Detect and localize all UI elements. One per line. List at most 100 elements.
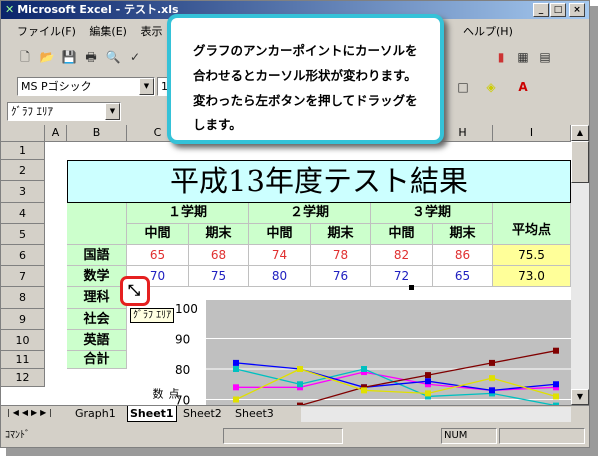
font-name-combo[interactable]: MS Pゴシック ▼ <box>17 77 155 96</box>
row-header-11[interactable]: 11 <box>1 351 45 369</box>
score-cell[interactable]: 82 <box>371 245 433 266</box>
window-title: Microsoft Excel - テスト.xls <box>17 3 179 16</box>
resize-cursor-highlight[interactable]: ⤡ <box>120 276 150 306</box>
score-cell[interactable]: 76 <box>311 266 371 287</box>
zoom-icon[interactable]: ▤ <box>535 47 555 67</box>
chart-selection-handle[interactable] <box>409 285 414 290</box>
chevron-down-icon[interactable]: ▼ <box>139 78 154 95</box>
score-cell[interactable]: 75 <box>189 266 249 287</box>
data-point <box>361 387 367 394</box>
sub-header[interactable]: 中間 <box>371 224 433 245</box>
sub-header[interactable]: 中間 <box>249 224 311 245</box>
open-icon[interactable]: 📂 <box>37 47 57 67</box>
select-all-corner[interactable] <box>1 125 45 142</box>
sub-header[interactable]: 期末 <box>311 224 371 245</box>
border-icon[interactable]: □ <box>453 77 473 97</box>
sub-header[interactable]: 期末 <box>189 224 249 245</box>
name-box[interactable]: ｸﾞﾗﾌ ｴﾘｱ ▼ <box>7 102 121 121</box>
subject-label[interactable]: 数学 <box>67 266 127 287</box>
horizontal-scrollbar[interactable] <box>301 407 571 422</box>
preview-icon[interactable]: 🔍 <box>103 47 123 67</box>
score-cell[interactable]: 86 <box>433 245 493 266</box>
score-cell[interactable]: 68 <box>189 245 249 266</box>
data-point <box>489 375 495 382</box>
chart-area[interactable]: 10090807060 点数 <box>131 300 571 405</box>
row-header-1[interactable]: 1 <box>1 142 45 160</box>
row-header-8[interactable]: 8 <box>1 287 45 309</box>
sub-header[interactable]: 中間 <box>127 224 189 245</box>
menu-edit[interactable]: 編集(E) <box>89 25 127 38</box>
average-cell[interactable]: 73.0 <box>493 266 571 287</box>
corner-cell[interactable] <box>67 203 127 245</box>
subject-label[interactable]: 理科 <box>67 287 127 309</box>
scroll-down-icon[interactable]: ▼ <box>571 389 589 405</box>
data-point <box>553 393 559 400</box>
data-point <box>233 384 239 391</box>
column-header-b[interactable]: B <box>67 125 127 142</box>
status-pane-2 <box>499 428 585 444</box>
tab-sheet3[interactable]: Sheet3 <box>233 406 276 422</box>
average-cell[interactable]: 75.5 <box>493 245 571 266</box>
row-header-4[interactable]: 4 <box>1 203 45 224</box>
data-point <box>233 359 239 366</box>
subject-label[interactable]: 合計 <box>67 351 127 369</box>
print-icon[interactable]: 🖶 <box>81 47 101 67</box>
term-header[interactable]: ３学期 <box>371 203 493 224</box>
maximize-button[interactable]: □ <box>550 3 566 17</box>
score-cell[interactable]: 72 <box>371 266 433 287</box>
row-header-5[interactable]: 5 <box>1 224 45 245</box>
sub-header[interactable]: 期末 <box>433 224 493 245</box>
score-cell[interactable]: 65 <box>127 245 189 266</box>
score-cell[interactable]: 80 <box>249 266 311 287</box>
row-header-12[interactable]: 12 <box>1 369 45 387</box>
table-title[interactable]: 平成13年度テスト結果 <box>67 160 571 203</box>
data-point <box>297 366 303 372</box>
score-cell[interactable]: 78 <box>311 245 371 266</box>
menu-view[interactable]: 表示 <box>140 25 162 38</box>
subject-label[interactable]: 社会 <box>67 309 127 330</box>
data-point <box>233 366 239 372</box>
tab-graph1[interactable]: Graph1 <box>73 406 118 422</box>
row-header-9[interactable]: 9 <box>1 309 45 330</box>
row-header-2[interactable]: 2 <box>1 160 45 181</box>
avg-header[interactable]: 平均点 <box>493 203 571 245</box>
subject-label[interactable]: 国語 <box>67 245 127 266</box>
row-header-7[interactable]: 7 <box>1 266 45 287</box>
save-icon[interactable]: 💾 <box>59 47 79 67</box>
fill-color-icon[interactable]: ◈ <box>481 77 501 97</box>
score-cell[interactable]: 65 <box>433 266 493 287</box>
worksheet-grid[interactable]: ABCDEFGHI 123456789101112 平成13年度テスト結果 １学… <box>1 125 571 405</box>
data-point <box>361 366 367 372</box>
tab-sheet2[interactable]: Sheet2 <box>181 406 224 422</box>
status-mode: ｺﾏﾝﾄﾞ <box>5 430 30 441</box>
subject-label[interactable]: 英語 <box>67 330 127 351</box>
menu-help[interactable]: ヘルプ(H) <box>463 21 513 43</box>
row-header-6[interactable]: 6 <box>1 245 45 266</box>
minimize-button[interactable]: _ <box>533 3 549 17</box>
column-header-i[interactable]: I <box>493 125 571 142</box>
spellcheck-icon[interactable]: ✓ <box>125 47 145 67</box>
map-icon[interactable]: ▦ <box>513 47 533 67</box>
scroll-thumb[interactable] <box>571 141 589 183</box>
vertical-scrollbar[interactable]: ▲ ▼ <box>571 125 589 405</box>
chevron-down-icon[interactable]: ▼ <box>105 103 120 120</box>
chart-wizard-icon[interactable]: ▮ <box>491 47 511 67</box>
line-chart[interactable]: 10090807060 <box>131 300 571 405</box>
close-button[interactable]: × <box>569 3 585 17</box>
row-header-3[interactable]: 3 <box>1 181 45 203</box>
data-point <box>553 347 559 354</box>
row-header-10[interactable]: 10 <box>1 330 45 351</box>
tab-sheet1[interactable]: Sheet1 <box>127 406 177 422</box>
tab-scroll-icons[interactable]: |◀◀▶▶| <box>7 408 55 417</box>
data-point <box>553 381 559 388</box>
scroll-up-icon[interactable]: ▲ <box>571 125 589 141</box>
term-header[interactable]: １学期 <box>127 203 249 224</box>
sheet-tab-bar: |◀◀▶▶| Graph1 Sheet1 Sheet2 Sheet3 <box>1 405 589 423</box>
menu-file[interactable]: ファイル(F) <box>17 25 76 38</box>
column-header-a[interactable]: A <box>45 125 67 142</box>
term-header[interactable]: ２学期 <box>249 203 371 224</box>
score-cell[interactable]: 74 <box>249 245 311 266</box>
callout-line-1: グラフのアンカーポイントにカーソルを <box>193 43 418 58</box>
font-color-icon[interactable]: A <box>513 77 533 97</box>
new-icon[interactable]: 🗋 <box>15 47 35 67</box>
